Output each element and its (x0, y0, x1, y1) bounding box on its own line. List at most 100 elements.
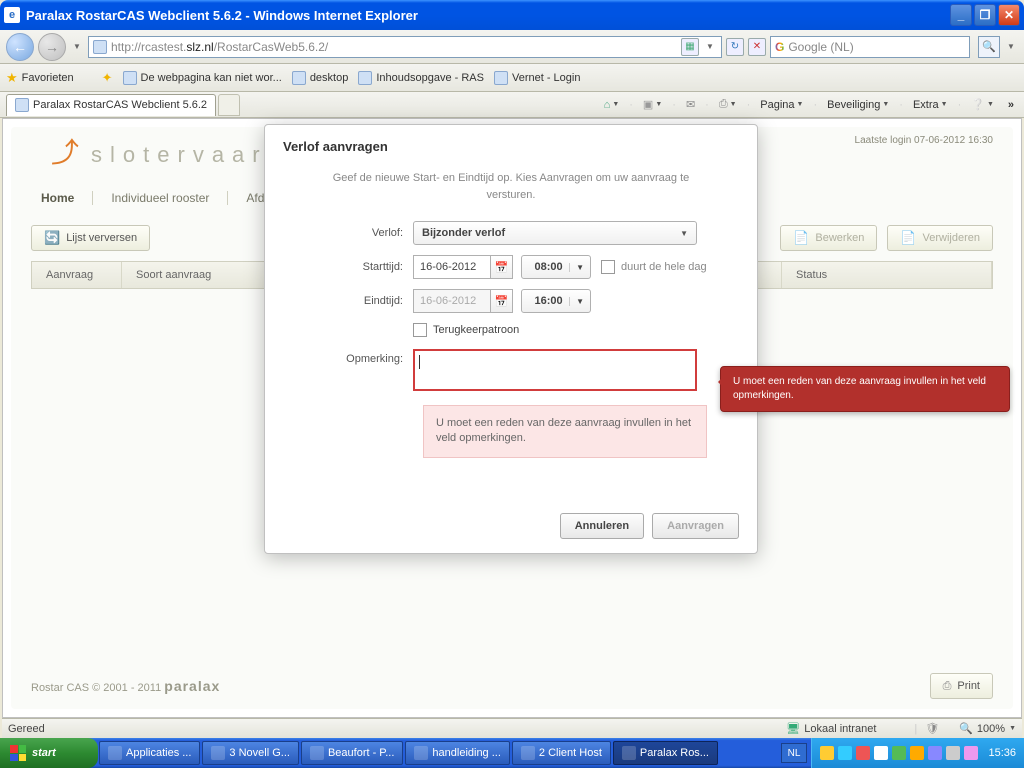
remark-textarea[interactable] (413, 349, 697, 391)
task-item[interactable]: 2 Client Host (512, 741, 611, 765)
command-bar: ⌂▼ · ▣▼ · ✉ · ⎙▼ · Pagina ▼ · Beveiligin… (600, 96, 1018, 113)
calendar-icon[interactable]: 📅 (491, 289, 513, 313)
edit-button[interactable]: 📄Bewerken (780, 225, 877, 251)
tray-icon[interactable] (838, 746, 852, 760)
search-provider-dropdown[interactable]: ▼ (1004, 33, 1018, 61)
compat-view-button[interactable]: ▦ (681, 38, 699, 56)
address-bar[interactable]: http://rcastest.slz.nl/RostarCasWeb5.6.2… (88, 36, 722, 58)
search-go-button[interactable]: 🔍 (978, 36, 1000, 58)
tray-icon[interactable] (946, 746, 960, 760)
help-button[interactable]: ❔▼ (967, 96, 998, 113)
error-message: U moet een reden van deze aanvraag invul… (423, 405, 707, 458)
home-icon: ⌂ (604, 99, 611, 111)
fav-link[interactable]: desktop (292, 71, 349, 85)
language-indicator[interactable]: NL (781, 743, 808, 763)
tab-active[interactable]: Paralax RostarCAS Webclient 5.6.2 (6, 94, 216, 116)
search-box[interactable]: G Google (NL) (770, 36, 970, 58)
close-button[interactable]: ✕ (998, 4, 1020, 26)
fav-link[interactable]: Vernet - Login (494, 71, 581, 85)
recurrence-label: Terugkeerpatroon (433, 324, 519, 336)
tray-icon[interactable] (856, 746, 870, 760)
app-icon (211, 746, 225, 760)
ie-page-icon (123, 71, 137, 85)
home-button[interactable]: ⌂▼ (600, 97, 624, 113)
tray-icon[interactable] (874, 746, 888, 760)
verlof-select[interactable]: Bijzonder verlof▼ (413, 221, 697, 245)
end-date-input[interactable]: 16-06-2012 (413, 289, 491, 313)
delete-button[interactable]: 📄Verwijderen (887, 225, 993, 251)
label-opmerking: Opmerking: (283, 349, 413, 365)
task-item-active[interactable]: Paralax Ros... (613, 741, 718, 765)
maximize-button[interactable]: ❐ (974, 4, 996, 26)
readmail-button[interactable]: ✉ (682, 96, 699, 113)
ie-navbar: ← → ▼ http://rcastest.slz.nl/RostarCasWe… (0, 30, 1024, 64)
th-status[interactable]: Status (782, 262, 992, 288)
ie-page-icon (494, 71, 508, 85)
favorites-button[interactable]: ★Favorieten (6, 70, 74, 86)
fav-link[interactable]: Inhoudsopgave - RAS (358, 71, 484, 85)
security-zone[interactable]: 🖥Lokaal intranet (786, 722, 876, 735)
safety-menu[interactable]: Beveiliging ▼ (823, 97, 893, 113)
forward-button[interactable]: → (38, 33, 66, 61)
end-time-select[interactable]: 16:00▼ (521, 289, 591, 313)
url-dropdown[interactable]: ▼ (703, 33, 717, 61)
tray-icon[interactable] (964, 746, 978, 760)
intranet-icon: 🖥 (786, 722, 800, 735)
start-date-input[interactable]: 16-06-2012 (413, 255, 491, 279)
task-item[interactable]: 3 Novell G... (202, 741, 299, 765)
task-item[interactable]: Beaufort - P... (301, 741, 403, 765)
system-tray: 15:36 (811, 738, 1024, 768)
tray-icon[interactable] (928, 746, 942, 760)
page-footer: Rostar CAS © 2001 - 2011 paralax ⎙Print (31, 671, 993, 701)
page-menu[interactable]: Pagina ▼ (756, 97, 807, 113)
window-titlebar: e Paralax RostarCAS Webclient 5.6.2 - Wi… (0, 0, 1024, 30)
tray-icon[interactable] (910, 746, 924, 760)
print-button[interactable]: ⎙Print (930, 673, 993, 699)
fav-link[interactable]: De webpagina kan niet wor... (123, 71, 282, 85)
print-icon: ⎙ (943, 680, 952, 693)
app-logo: ⤴slotervaar (51, 131, 268, 171)
th-aanvraag[interactable]: Aanvraag (32, 262, 122, 288)
favorites-bar: ★Favorieten ✦ De webpagina kan niet wor.… (0, 64, 1024, 92)
task-item[interactable]: handleiding ... (405, 741, 510, 765)
star-icon: ★ (6, 70, 18, 86)
submit-button[interactable]: Aanvragen (652, 513, 739, 539)
minimize-button[interactable]: _ (950, 4, 972, 26)
calendar-icon[interactable]: 📅 (491, 255, 513, 279)
new-tab-button[interactable] (218, 94, 240, 116)
help-icon: ❔ (971, 98, 985, 111)
feeds-button[interactable]: ▣▼ (639, 96, 666, 113)
nav-history-dropdown[interactable]: ▼ (70, 33, 84, 61)
start-time-select[interactable]: 08:00▼ (521, 255, 591, 279)
start-button[interactable]: start (0, 738, 98, 768)
tools-menu[interactable]: Extra ▼ (909, 97, 952, 113)
zoom-control[interactable]: 🔍100% ▼ (959, 722, 1016, 735)
cancel-button[interactable]: Annuleren (560, 513, 644, 539)
chevron-down-icon: ▼ (569, 297, 584, 306)
back-button[interactable]: ← (6, 33, 34, 61)
menu-home[interactable]: Home (41, 191, 93, 205)
tray-icon[interactable] (820, 746, 834, 760)
cmd-overflow[interactable]: » (1004, 97, 1018, 113)
allday-label: duurt de hele dag (621, 261, 707, 273)
protected-mode-icon[interactable]: 🛡 (925, 722, 939, 735)
copyright-text: Rostar CAS © 2001 - 2011 (31, 682, 161, 694)
ie-status-bar: Gereed 🖥Lokaal intranet | 🛡 🔍100% ▼ (2, 718, 1022, 738)
refresh-icon: 🔄 (44, 230, 60, 246)
ie-page-icon (358, 71, 372, 85)
fav-suggested[interactable]: ✦ (102, 70, 113, 86)
tray-icon[interactable] (892, 746, 906, 760)
request-leave-dialog: Verlof aanvragen Geef de nieuwe Start- e… (264, 124, 758, 554)
label-starttijd: Starttijd: (283, 261, 413, 273)
menu-ind-rooster[interactable]: Individueel rooster (111, 191, 228, 205)
clock[interactable]: 15:36 (988, 747, 1016, 759)
page-icon (93, 40, 107, 54)
allday-checkbox[interactable] (601, 260, 615, 274)
print-button[interactable]: ⎙▼ (715, 96, 741, 113)
task-item[interactable]: Applicaties ... (99, 741, 200, 765)
refresh-button[interactable]: ↻ (726, 38, 744, 56)
stop-button[interactable]: ✕ (748, 38, 766, 56)
ie-page-icon (292, 71, 306, 85)
refresh-list-button[interactable]: 🔄Lijst verversen (31, 225, 150, 251)
recurrence-checkbox[interactable] (413, 323, 427, 337)
